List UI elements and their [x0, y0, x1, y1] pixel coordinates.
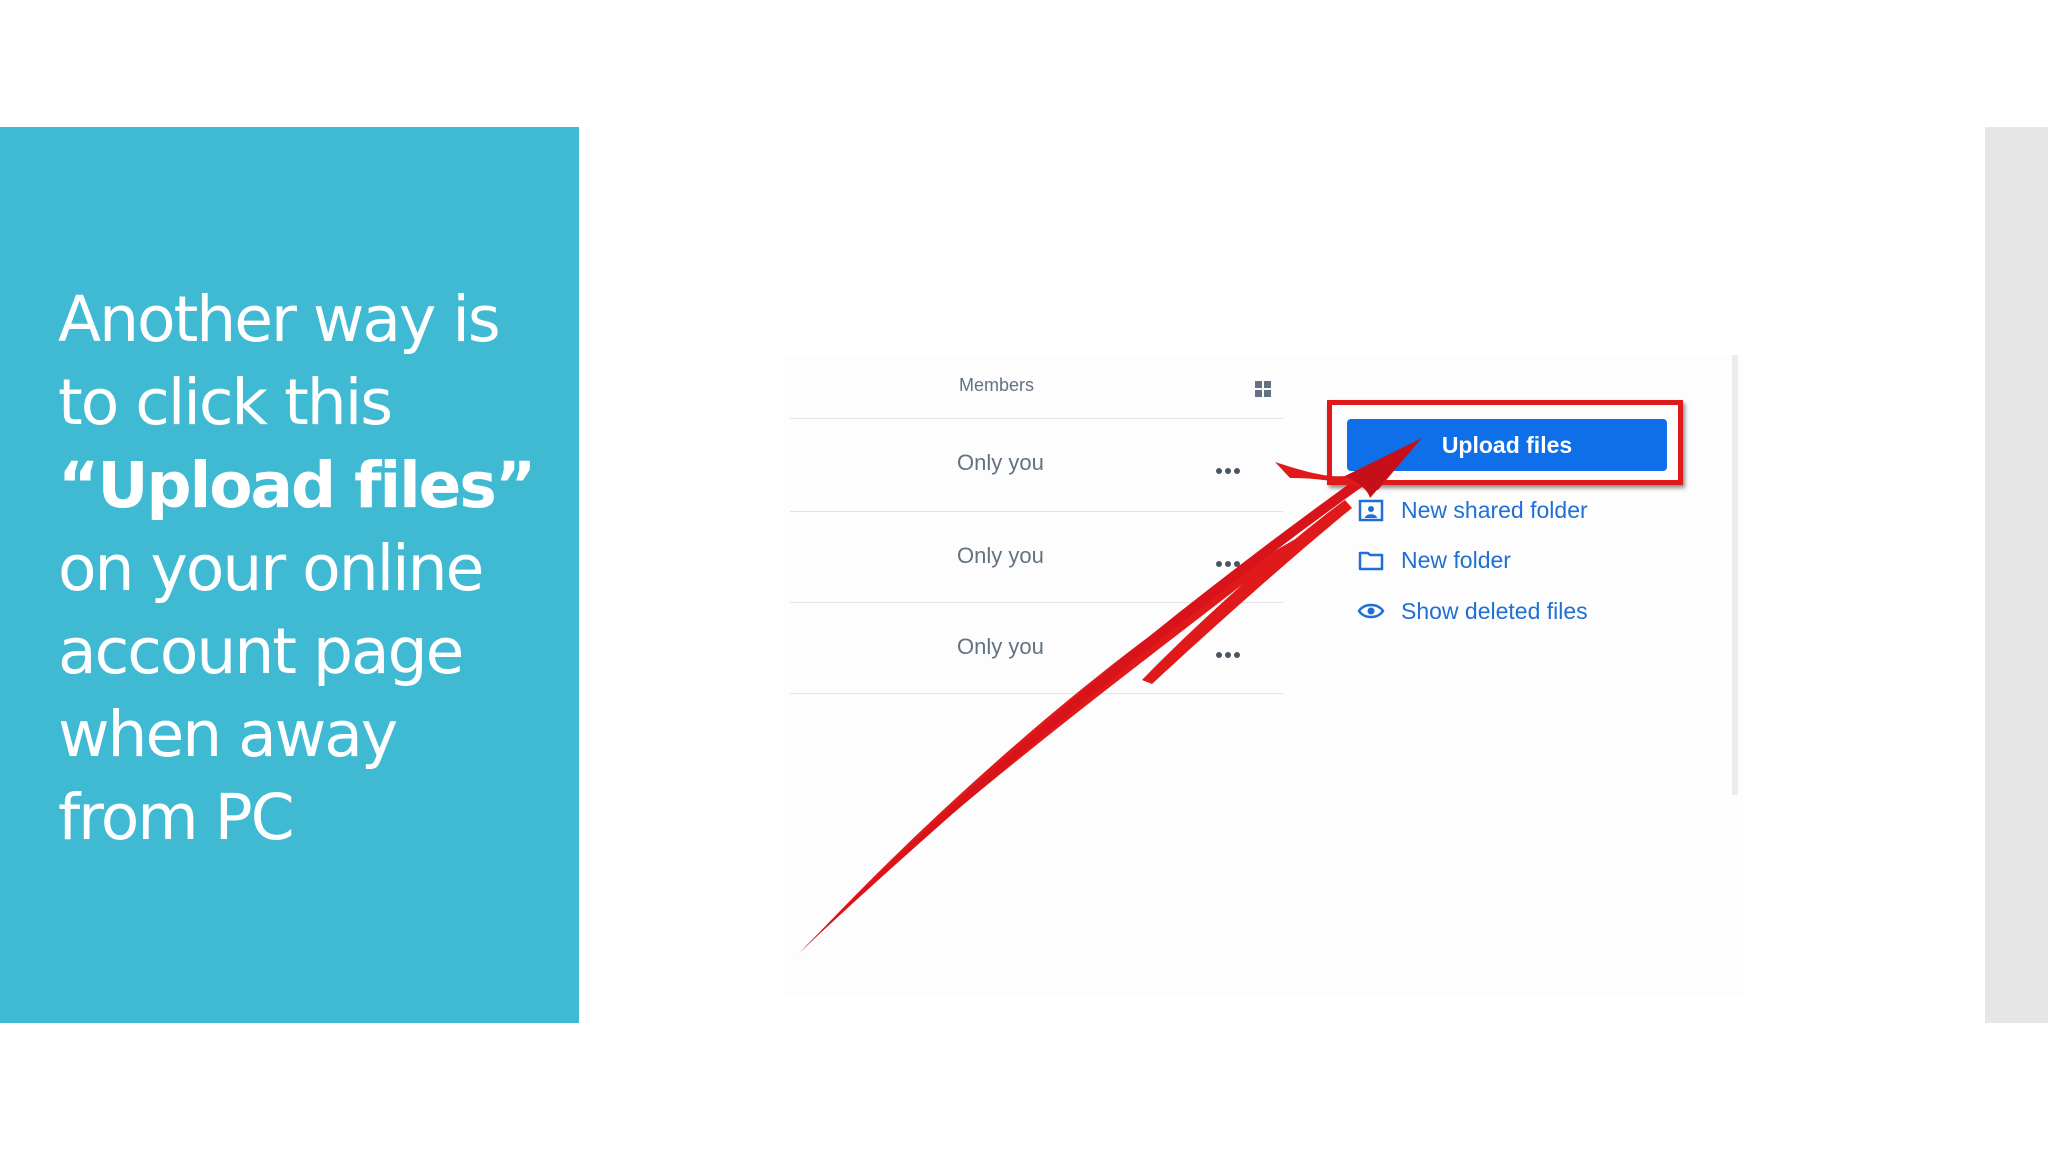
- row-members: Only you: [957, 543, 1044, 568]
- more-dots-icon[interactable]: [1215, 646, 1241, 658]
- action-label: New shared folder: [1401, 496, 1588, 523]
- caption-line: on your online: [58, 532, 484, 605]
- action-label: Show deleted files: [1401, 597, 1588, 624]
- caption-line: account page: [58, 615, 464, 688]
- new-folder-link[interactable]: New folder: [1357, 545, 1511, 575]
- row-divider: [790, 418, 1283, 419]
- caption-line: Another way is: [58, 283, 501, 356]
- new-shared-folder-link[interactable]: New shared folder: [1357, 495, 1588, 525]
- row-members: Only you: [957, 634, 1044, 659]
- show-deleted-files-link[interactable]: Show deleted files: [1357, 596, 1588, 626]
- row-members: Only you: [957, 450, 1044, 475]
- grid-icon[interactable]: [1254, 380, 1272, 398]
- caption-line: to click this: [58, 366, 393, 439]
- row-divider: [790, 693, 1283, 694]
- shared-folder-icon: [1358, 499, 1384, 522]
- right-margin-strip: [1985, 127, 2048, 1023]
- more-dots-icon[interactable]: [1215, 462, 1241, 474]
- row-divider: [790, 511, 1283, 512]
- caption-line-emphasis: “Upload files”: [58, 449, 536, 522]
- red-highlight-box: [1327, 400, 1683, 485]
- members-column-header[interactable]: Members: [959, 375, 1034, 396]
- folder-icon: [1358, 551, 1384, 571]
- more-dots-icon[interactable]: [1215, 555, 1241, 567]
- slide: Another way is to click this “Upload fil…: [0, 0, 2048, 1152]
- scrollbar[interactable]: [1732, 355, 1738, 795]
- slide-caption: Another way is to click this “Upload fil…: [58, 278, 568, 859]
- eye-icon: [1357, 603, 1385, 619]
- caption-line: when away: [58, 698, 398, 771]
- row-divider: [790, 602, 1283, 603]
- caption-line: from PC: [58, 781, 295, 854]
- action-label: New folder: [1401, 546, 1511, 573]
